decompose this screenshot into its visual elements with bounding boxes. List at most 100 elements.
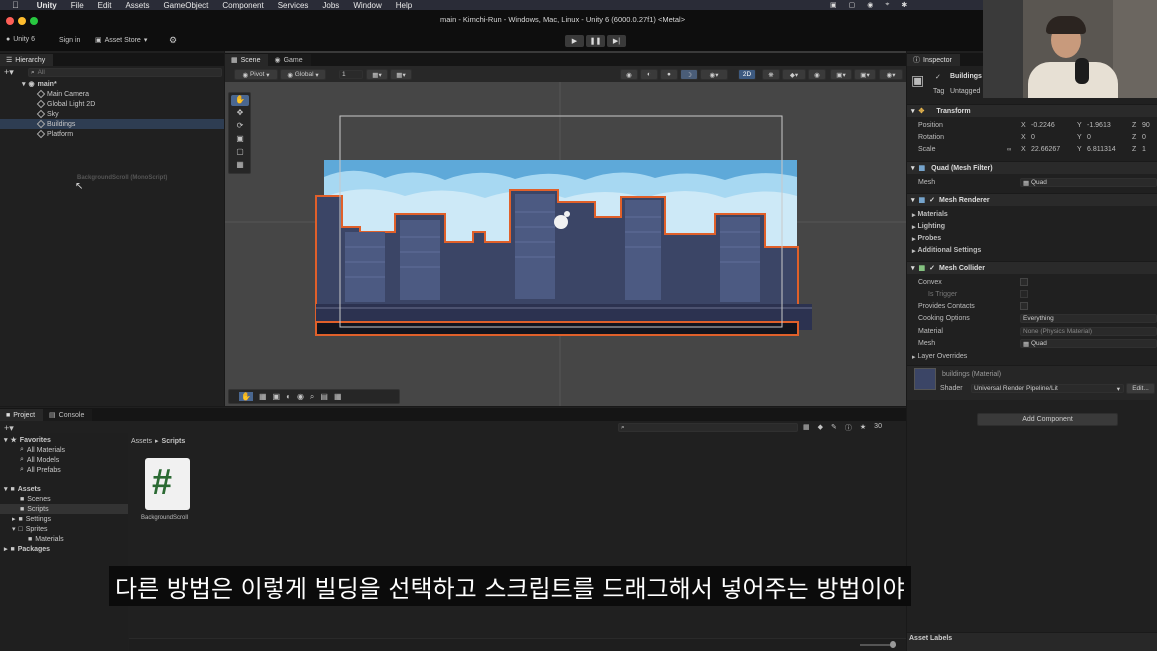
list-item[interactable]: Buildings [36,119,75,129]
rotation-y-field[interactable]: 0 [1087,132,1091,143]
camera-dropdown[interactable]: ▣▾ [830,69,852,80]
rotation-x-field[interactable]: 0 [1031,132,1035,143]
wifi-icon[interactable]: ⌖ [885,1,889,9]
fx-dropdown[interactable]: ◆▾ [782,69,806,80]
tab-game[interactable]: ◉ Game [268,54,311,66]
lighting-toggle[interactable]: ❋ [762,69,780,80]
link-icon[interactable]: ∞ [1007,144,1011,155]
custom-tool-icon[interactable]: ▦ [231,160,249,171]
gizmos-dropdown[interactable]: ◉▾ [879,69,903,80]
rotation-z-field[interactable]: 0 [1142,132,1146,143]
physics-material-field[interactable]: None (Physics Material) [1020,327,1157,336]
probes-foldout[interactable]: ▸ Probes [912,233,941,244]
add-component-button[interactable]: Add Component [977,413,1118,426]
menu-gameobject[interactable]: GameObject [163,1,208,10]
position-y-field[interactable]: -1.9613 [1087,120,1111,131]
sign-in-link[interactable]: Sign in [59,37,80,44]
hierarchy-search-input[interactable]: ⌕ All [28,68,222,77]
transform-header[interactable]: ▾ ✥ Transform [907,104,1157,117]
packages-folder-item[interactable]: ▸ ■ Packages [4,544,50,554]
tab-inspector[interactable]: ⓘ Inspector [907,54,960,66]
position-z-field[interactable]: 90 [1142,120,1150,131]
minimize-window-icon[interactable] [18,17,26,25]
shader-edit-button[interactable]: Edit... [1126,383,1155,394]
filter-type-icon[interactable]: ▦ [803,423,810,433]
list-item[interactable]: ▾ □ Sprites [12,524,48,534]
cooking-options-dropdown[interactable]: Everything [1020,314,1157,323]
apple-icon[interactable]:  [12,0,19,10]
provides-contacts-checkbox[interactable] [1020,302,1028,310]
favorites-item[interactable]: ▾ ★ Favorites [4,435,51,445]
active-checkbox[interactable]: ✓ [935,73,941,81]
asset-store-button[interactable]: ▣ Asset Store ▾ [95,36,147,45]
breadcrumb-current[interactable]: Scripts [162,438,186,445]
enabled-check-icon[interactable]: ✓ [929,264,935,272]
mesh-object-field[interactable]: ▦ Quad [1020,178,1157,187]
snap-grid-button[interactable]: ▦▾ [366,69,388,80]
menu-jobs[interactable]: Jobs [322,1,339,10]
list-item[interactable]: Main Camera [36,89,89,99]
scale-z-field[interactable]: 1 [1142,144,1146,155]
breadcrumb-root[interactable]: Assets [131,438,152,445]
zoom-window-icon[interactable] [30,17,38,25]
is-trigger-checkbox[interactable] [1020,290,1028,298]
mesh-filter-header[interactable]: ▾ ▦ Quad (Mesh Filter) [907,161,1157,174]
tag-icon[interactable]: ✎ [831,423,837,433]
lighting-foldout[interactable]: ▸ Lighting [912,221,945,232]
info-icon[interactable]: ⓘ [845,423,852,433]
move-tool-icon[interactable]: ✥ [231,108,249,119]
scene-root-item[interactable]: ▾ ◉ main* [22,79,57,89]
tab-project[interactable]: ■ Project [0,409,44,421]
play-button[interactable]: ▶ [565,35,584,47]
list-item[interactable]: ▸ ■ Settings [12,514,51,524]
menu-help[interactable]: Help [396,1,412,10]
circle-fill-icon[interactable]: ◐ [286,392,291,401]
menu-app-name[interactable]: Unity [37,1,57,10]
tools-dropdown[interactable]: ▣▾ [854,69,876,80]
zoom-slider-thumb[interactable] [890,641,896,648]
tab-hierarchy[interactable]: ☰ Hierarchy [0,54,54,66]
list-item[interactable]: ⌕ All Materials [20,445,65,455]
hand-tool-icon[interactable]: ✋ [231,95,249,106]
list-item[interactable]: ⌕ All Prefabs [20,465,61,475]
object-name-field[interactable]: Buildings [950,73,982,80]
filter-label-icon[interactable]: ◆ [818,423,823,433]
mesh-collider-header[interactable]: ▾ ▦ ✓ Mesh Collider [907,261,1157,274]
control-icon[interactable]: ◉ [867,1,873,9]
menu-assets[interactable]: Assets [125,1,149,10]
materials-foldout[interactable]: ▸ Materials [912,209,948,220]
assets-folder-item[interactable]: ▾ ■ Assets [4,484,41,494]
shader-dropdown[interactable]: Universal Render Pipeline/Lit ▾ [971,384,1124,393]
list-item[interactable]: Platform [36,129,73,139]
rect-tool-icon[interactable]: ▢ [231,147,249,158]
display-icon[interactable]: ▢ [849,1,856,9]
paint-grid-icon[interactable]: ▦ [259,392,267,401]
add-object-button[interactable]: +▾ [4,67,14,78]
enabled-check-icon[interactable]: ✓ [929,196,935,204]
list-item[interactable]: ⌕ All Models [20,455,59,465]
increment-snap-button[interactable]: ▦▾ [390,69,412,80]
global-dropdown[interactable]: ◉ Global ▾ [280,69,326,80]
draw-mode-button[interactable]: ◉ [620,69,638,80]
visibility-toggle[interactable]: ◉ [808,69,826,80]
scale-x-field[interactable]: 22.66267 [1031,144,1060,155]
scale-tool-icon[interactable]: ▣ [231,134,249,145]
convex-checkbox[interactable] [1020,278,1028,286]
project-search-input[interactable]: ⌕ [618,423,798,432]
bluetooth-icon[interactable]: ✱ [901,1,907,9]
tilemap-icon[interactable]: ▦ [334,392,342,401]
picker-icon[interactable]: ◉ [297,392,304,401]
snap-input[interactable]: 1 [339,70,363,79]
screen-record-icon[interactable]: ▣ [830,1,837,9]
menu-edit[interactable]: Edit [98,1,112,10]
box-icon[interactable]: ▣ [273,392,281,401]
pause-button[interactable]: ❚❚ [586,35,605,47]
pivot-dropdown[interactable]: ◉ Pivot ▾ [234,69,278,80]
zoom-icon[interactable]: ⌕ [310,392,314,402]
additional-settings-foldout[interactable]: ▸ Additional Settings [912,245,981,256]
lit-button[interactable]: ● [660,69,678,80]
script-file-icon[interactable]: # [145,458,190,510]
mode-2d-toggle[interactable]: 2D [738,69,756,80]
step-button[interactable]: ▶| [607,35,626,47]
star-icon[interactable]: ★ [860,423,866,433]
